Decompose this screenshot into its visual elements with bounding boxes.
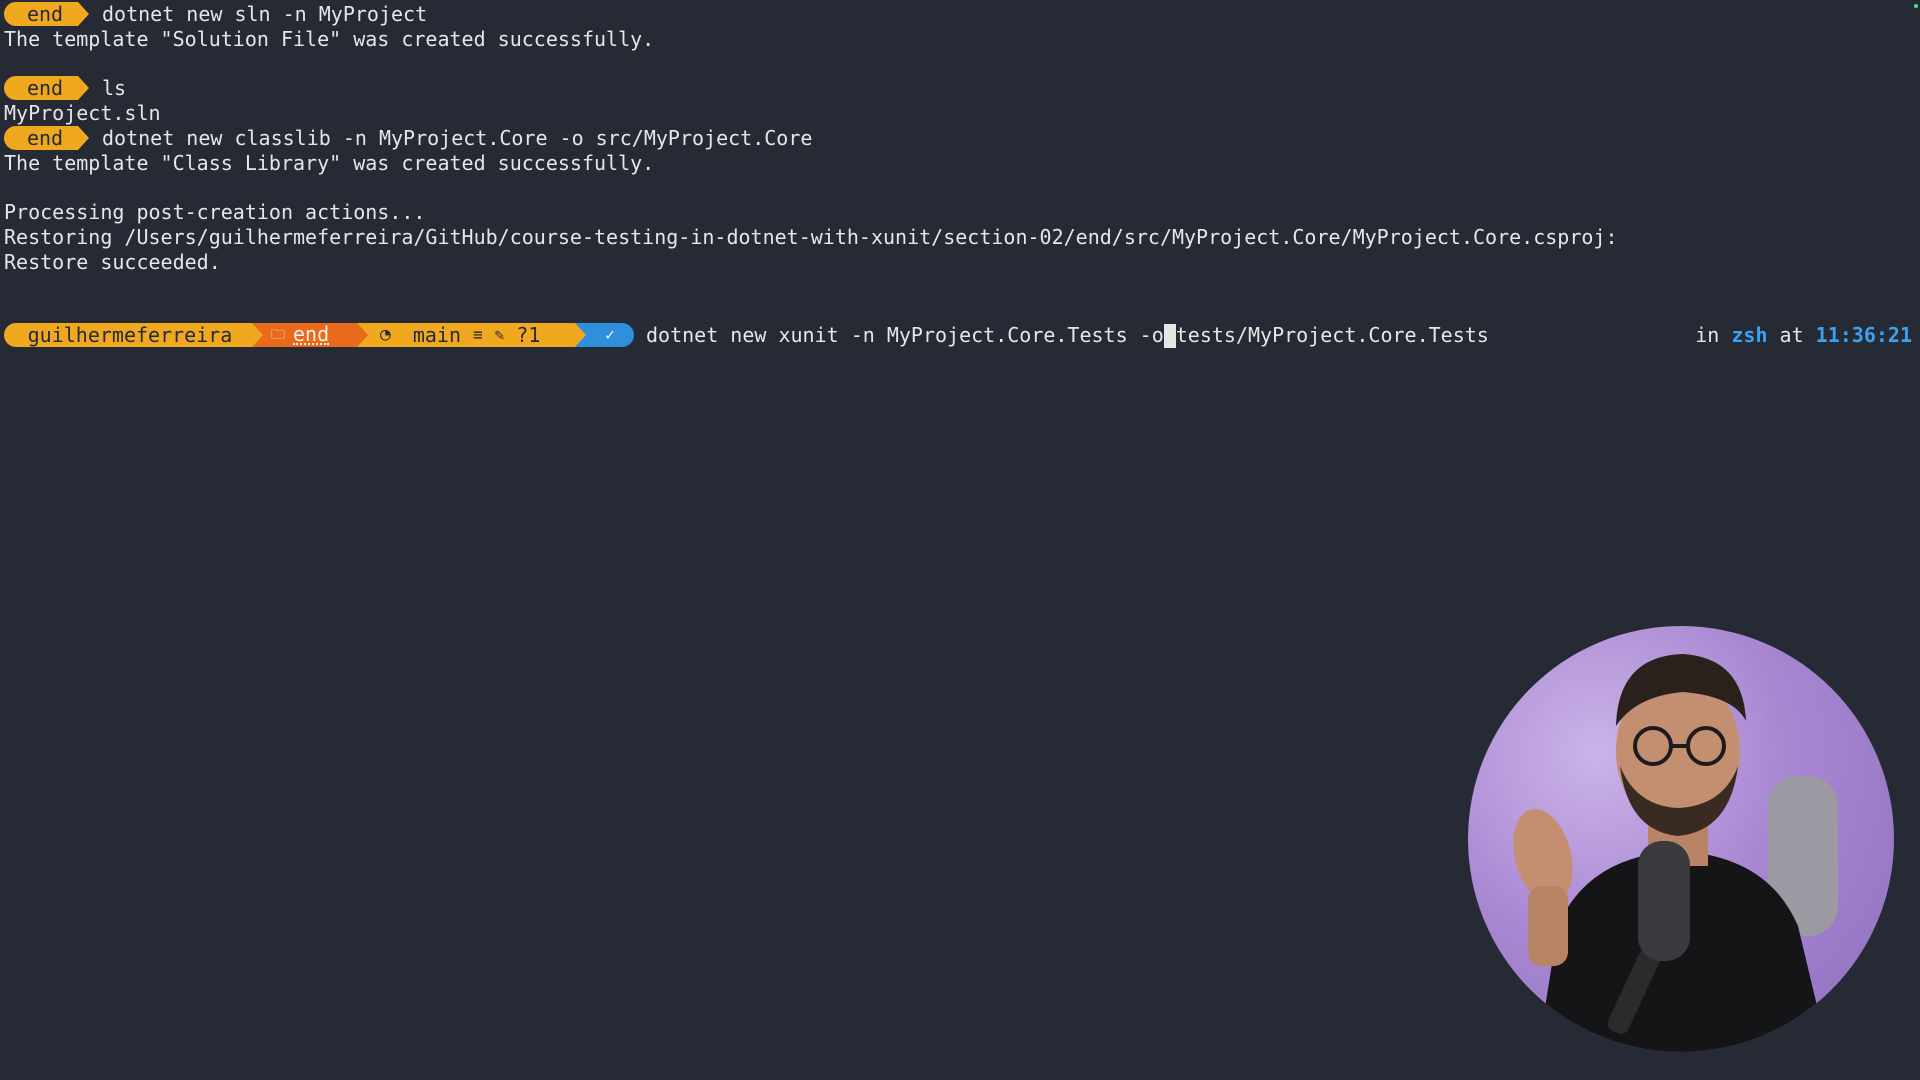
folder-icon: 🗀	[271, 327, 285, 343]
git-untracked-count: ?1	[516, 323, 541, 347]
status-dot	[1914, 4, 1918, 8]
prompt-separator-icon	[357, 323, 368, 347]
terminal-output-line: MyProject.sln	[4, 101, 161, 125]
command-text-after-cursor: tests/MyProject.Core.Tests	[1175, 322, 1489, 347]
command-text: ls	[102, 76, 127, 100]
git-edit-icon: ✎	[494, 325, 505, 344]
prompt-arrow-icon	[78, 76, 89, 100]
prompt-arrow-icon	[78, 2, 89, 26]
terminal-output-line: Restoring /Users/guilhermeferreira/GitHu…	[4, 225, 1618, 249]
prompt-git-segment: ◔ main ≡ ✎ ?1	[368, 323, 575, 347]
terminal-line-cmd2: end ls	[4, 75, 126, 101]
prompt-separator-icon	[252, 323, 263, 347]
checkmark-icon: ✓	[586, 323, 634, 347]
command-text: dotnet new sln -n MyProject	[102, 2, 428, 26]
terminal-line-cmd3: end dotnet new classlib -n MyProject.Cor…	[4, 125, 812, 151]
terminal-output-line: Processing post-creation actions...	[4, 200, 426, 224]
prompt-user-segment: guilhermeferreira	[4, 323, 252, 347]
right-prompt-in: in	[1695, 323, 1720, 347]
prompt-dir-segment: 🗀 end	[263, 323, 357, 347]
github-icon: ◔	[380, 324, 391, 345]
prompt-dir-label: end	[293, 322, 330, 346]
prompt-arrow-icon	[78, 126, 89, 150]
terminal-output-line: The template "Solution File" was created…	[4, 27, 655, 51]
git-equal-icon: ≡	[473, 325, 483, 344]
terminal-window[interactable]: end dotnet new sln -n MyProject The temp…	[0, 0, 1920, 1080]
terminal-output-line: The template "Class Library" was created…	[4, 151, 655, 175]
shell-name: zsh	[1731, 323, 1768, 347]
prompt-dir-badge: end	[4, 76, 78, 100]
terminal-output-line: Restore succeeded.	[4, 250, 221, 274]
right-prompt: in zsh at 11:36:21	[1695, 322, 1912, 348]
current-prompt-line[interactable]: guilhermeferreira 🗀 end ◔ main ≡ ✎ ?1 ✓ …	[4, 322, 1489, 349]
prompt-dir-badge: end	[4, 126, 78, 150]
prompt-time: 11:36:21	[1815, 323, 1912, 347]
right-prompt-at: at	[1779, 323, 1804, 347]
presenter-image	[1513, 654, 1838, 1052]
prompt-separator-icon	[575, 323, 586, 347]
git-branch-label: main	[412, 323, 462, 347]
command-text: dotnet new classlib -n MyProject.Core -o…	[102, 126, 813, 150]
command-text-before-cursor: dotnet new xunit -n MyProject.Core.Tests…	[646, 322, 1164, 347]
prompt-dir-badge: end	[4, 2, 78, 26]
command-input[interactable]: dotnet new xunit -n MyProject.Core.Tests…	[646, 322, 1489, 349]
text-cursor	[1163, 324, 1176, 349]
webcam-overlay	[1468, 626, 1894, 1052]
terminal-line-cmd1: end dotnet new sln -n MyProject	[4, 1, 427, 27]
